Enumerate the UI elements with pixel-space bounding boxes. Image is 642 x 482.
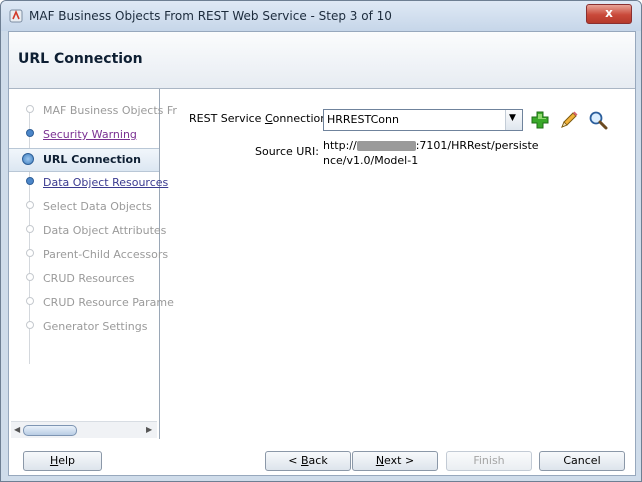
step-url-connection[interactable]: URL Connection xyxy=(9,148,159,172)
step-maf-business-objects[interactable]: MAF Business Objects Fr xyxy=(9,100,177,122)
step-select-data-objects: Select Data Objects xyxy=(9,196,159,218)
source-uri-label: Source URI: xyxy=(255,145,319,158)
step-marker-icon xyxy=(26,177,34,185)
steps-horizontal-scrollbar[interactable]: ◀ ▶ xyxy=(11,421,157,438)
step-marker-icon xyxy=(26,129,34,137)
step-marker-icon xyxy=(26,105,34,113)
current-step-icon xyxy=(22,153,34,165)
magnifier-icon[interactable] xyxy=(587,109,609,131)
mnemonic: N xyxy=(375,454,385,467)
wizard-button-bar: Help < Back Next > Finish Cancel xyxy=(9,442,635,475)
title-bar: MAF Business Objects From REST Web Servi… xyxy=(1,1,641,31)
redacted-host xyxy=(356,141,416,151)
step-marker-icon xyxy=(26,297,34,305)
button-label: elp xyxy=(58,454,76,467)
dropdown-button[interactable]: ▼ xyxy=(505,110,522,130)
plus-icon[interactable] xyxy=(529,109,551,131)
step-generator-settings: Generator Settings xyxy=(9,316,159,338)
pencil-icon[interactable] xyxy=(558,109,580,131)
step-marker-icon xyxy=(26,201,34,209)
uri-text: nce/v1.0/Model-1 xyxy=(323,154,419,167)
step-label: Select Data Objects xyxy=(43,200,152,213)
label-mnemonic: C xyxy=(264,112,273,125)
step-data-object-attributes: Data Object Attributes xyxy=(9,220,166,242)
rest-service-connection-label: REST Service Connection: xyxy=(189,112,331,125)
back-button[interactable]: < Back xyxy=(265,451,351,471)
step-label: Parent-Child Accessors xyxy=(43,248,169,261)
label-text: REST Service xyxy=(189,112,265,125)
step-label: Generator Settings xyxy=(43,320,148,333)
step-label: CRUD Resources xyxy=(43,272,135,285)
scroll-right-icon[interactable]: ▶ xyxy=(146,425,152,434)
chevron-down-icon: ▼ xyxy=(509,113,516,123)
step-marker-icon xyxy=(26,321,34,329)
step-label: URL Connection xyxy=(43,153,141,166)
button-label: ext > xyxy=(384,454,415,467)
mnemonic: B xyxy=(301,454,309,467)
mnemonic: H xyxy=(49,454,59,467)
close-icon: x xyxy=(605,6,613,20)
step-label: Data Object Resources xyxy=(43,176,169,189)
scrollbar-thumb[interactable] xyxy=(23,425,77,436)
step-label: CRUD Resource Parame xyxy=(43,296,174,309)
step-parent-child-accessors: Parent-Child Accessors xyxy=(9,244,168,266)
step-crud-resources: CRUD Resources xyxy=(9,268,159,290)
page-title: URL Connection xyxy=(18,51,143,67)
step-crud-resource-parameters: CRUD Resource Parame xyxy=(9,292,174,314)
next-button[interactable]: Next > xyxy=(352,451,438,471)
button-label: ack xyxy=(308,454,328,467)
uri-text: :7101/HRRest/persiste xyxy=(415,139,539,152)
page-header: URL Connection xyxy=(9,32,635,89)
step-label: Security Warning xyxy=(43,128,137,141)
step-label: MAF Business Objects Fr xyxy=(43,104,177,117)
wizard-steps-panel: MAF Business Objects Fr Security Warning… xyxy=(9,89,177,439)
help-button[interactable]: Help xyxy=(23,451,102,471)
finish-button: Finish xyxy=(446,451,532,471)
window-title: MAF Business Objects From REST Web Servi… xyxy=(29,9,392,23)
step-marker-icon xyxy=(26,225,34,233)
wizard-body: URL Connection MAF Business Objects Fr S… xyxy=(8,31,636,476)
close-button[interactable]: x xyxy=(586,4,632,24)
step-marker-icon xyxy=(26,273,34,281)
wizard-window: MAF Business Objects From REST Web Servi… xyxy=(0,0,642,482)
step-data-object-resources[interactable]: Data Object Resources xyxy=(9,172,168,194)
cancel-button[interactable]: Cancel xyxy=(539,451,625,471)
scroll-left-icon[interactable]: ◀ xyxy=(14,425,20,434)
selected-connection: HRRESTConn xyxy=(327,113,399,126)
button-label: < xyxy=(288,454,301,467)
step-security-warning[interactable]: Security Warning xyxy=(9,124,159,146)
app-icon xyxy=(9,9,23,23)
rest-service-connection-select[interactable]: HRRESTConn ▼ xyxy=(323,109,523,131)
source-uri-value: http:// :7101/HRRest/persiste nce/v1.0/Mo… xyxy=(323,138,539,168)
step-label: Data Object Attributes xyxy=(43,224,167,237)
step-marker-icon xyxy=(26,249,34,257)
uri-text: http:// xyxy=(323,139,357,152)
